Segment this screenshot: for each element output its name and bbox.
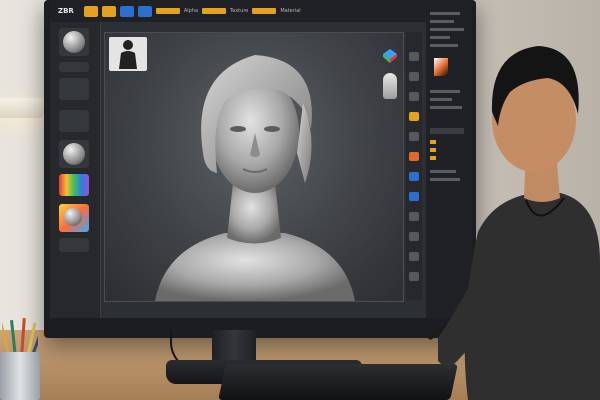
tool-button-blue[interactable]: [119, 5, 134, 17]
tool-strip-button-active[interactable]: [409, 112, 419, 121]
panel-indicator: [430, 140, 436, 144]
tool-strip-button-9[interactable]: [409, 212, 419, 221]
keyboard: [218, 364, 458, 400]
brush-slot[interactable]: [59, 28, 89, 56]
tool-strip-button-blue[interactable]: [409, 172, 419, 181]
tool-strip-button-2[interactable]: [409, 72, 419, 81]
monitor-screen: ZBR Alpha Texture Material: [50, 0, 472, 318]
tool-strip-button-blue-2[interactable]: [409, 192, 419, 201]
material-slot[interactable]: [59, 140, 89, 168]
sculpted-bust: [155, 55, 355, 301]
intensity-slider[interactable]: [155, 8, 180, 14]
app-topbar: ZBR Alpha Texture Material: [50, 0, 472, 22]
switch-color-slot[interactable]: [59, 238, 89, 252]
focal-shift-slider[interactable]: [252, 8, 277, 14]
panel-indicator: [430, 156, 436, 160]
tool-strip-button-1[interactable]: [409, 52, 419, 61]
matcap-sphere-icon: [63, 143, 85, 165]
alpha-slot[interactable]: [59, 78, 89, 100]
topbar-label-material: Material: [280, 8, 301, 14]
right-tool-strip: [406, 32, 422, 300]
topbar-label-texture: Texture: [230, 8, 249, 14]
tool-strip-button-5[interactable]: [409, 132, 419, 141]
bust-left-eye: [230, 126, 246, 132]
sphere-brush-icon: [63, 31, 85, 53]
tool-strip-button-12[interactable]: [409, 272, 419, 281]
stroke-slot[interactable]: [59, 62, 89, 72]
bust-right-eye: [264, 126, 280, 132]
photo-scene: ZBR Alpha Texture Material: [0, 0, 600, 400]
pencil-cup-body: [0, 352, 40, 400]
tool-button-orange-2[interactable]: [101, 5, 116, 17]
tool-button-blue-2[interactable]: [137, 5, 152, 17]
tool-strip-button-10[interactable]: [409, 232, 419, 241]
gradient-swatch[interactable]: [59, 204, 89, 232]
left-tool-panel: [50, 22, 101, 318]
artist-person: [438, 46, 600, 400]
draw-size-slider[interactable]: [202, 8, 227, 14]
color-picker[interactable]: [59, 174, 89, 196]
wall-lamp: [0, 98, 44, 118]
tool-button-orange[interactable]: [83, 5, 98, 17]
topbar-label-alpha: Alpha: [183, 8, 199, 14]
tool-strip-button-11[interactable]: [409, 252, 419, 261]
panel-indicator: [430, 148, 436, 152]
tool-strip-button-orange[interactable]: [409, 152, 419, 161]
texture-slot[interactable]: [59, 110, 89, 132]
app-logo: ZBR: [58, 7, 74, 15]
color-sphere-icon: [64, 208, 82, 226]
panel-row[interactable]: [430, 12, 460, 15]
sculpt-viewport[interactable]: [104, 32, 404, 302]
tool-strip-button-3[interactable]: [409, 92, 419, 101]
